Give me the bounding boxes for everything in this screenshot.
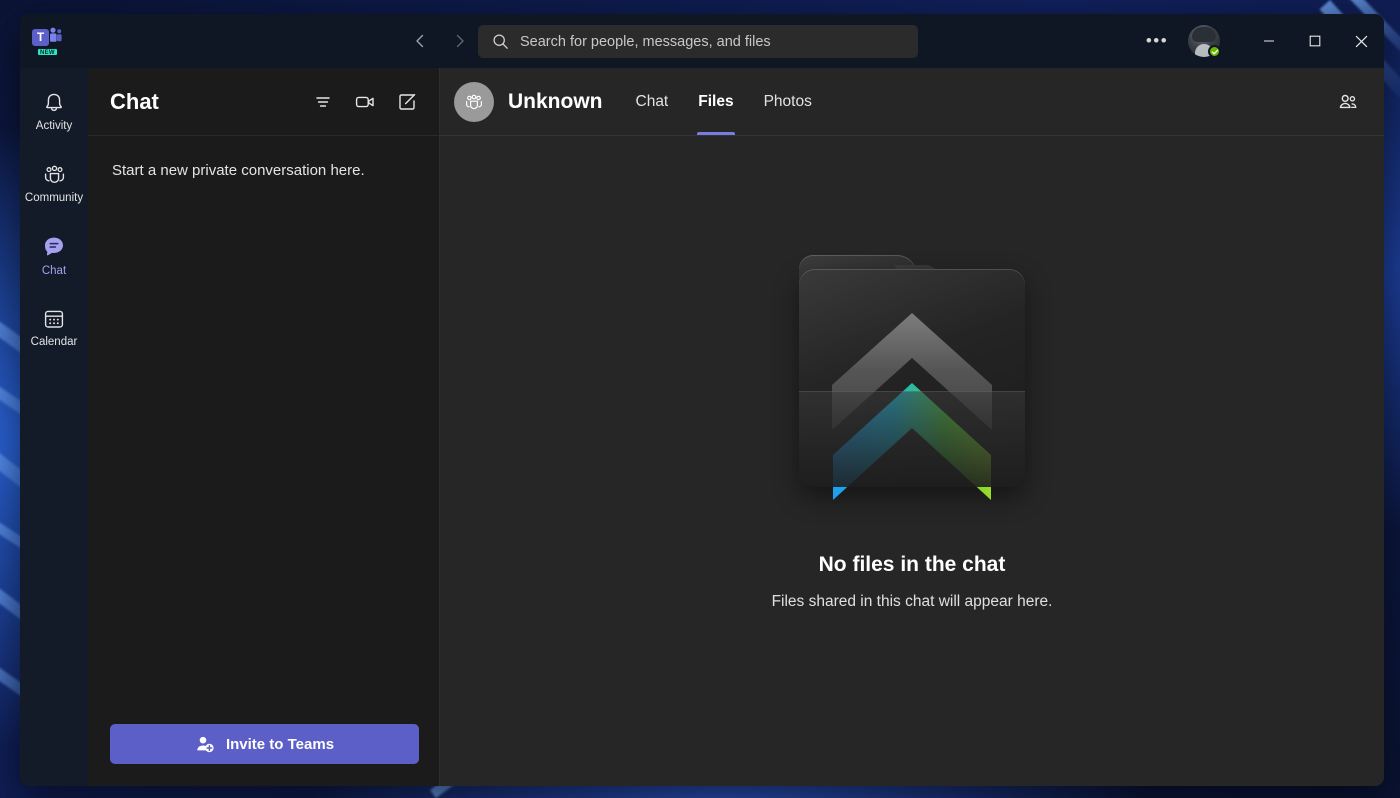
tab-label: Files bbox=[698, 92, 734, 110]
page-title: Chat bbox=[110, 88, 159, 114]
titlebar-right-controls: ••• bbox=[1140, 14, 1384, 68]
empty-state-title: No files in the chat bbox=[818, 553, 1006, 576]
compose-icon bbox=[399, 93, 416, 110]
video-call-button[interactable] bbox=[351, 88, 379, 116]
conversation-tabs: Chat Files Photos bbox=[625, 68, 823, 135]
invite-to-teams-button[interactable]: Invite to Teams bbox=[110, 724, 419, 764]
group-avatar bbox=[454, 81, 494, 122]
sidebar-item-label: Community bbox=[24, 192, 84, 204]
video-call-icon bbox=[355, 96, 374, 107]
search-placeholder: Search for people, messages, and files bbox=[520, 33, 771, 50]
invite-button-label: Invite to Teams bbox=[225, 735, 335, 753]
teams-window: T NEW Search for people, messages, and f… bbox=[20, 14, 1384, 786]
filter-button[interactable] bbox=[309, 88, 337, 116]
forward-button[interactable] bbox=[447, 28, 473, 54]
filter-icon bbox=[316, 96, 330, 107]
close-button[interactable] bbox=[1338, 14, 1384, 68]
folder-front bbox=[799, 391, 1025, 487]
conversation-title: Unknown bbox=[508, 89, 603, 113]
search-bar[interactable]: Search for people, messages, and files bbox=[478, 25, 918, 58]
chat-panel-header: Chat bbox=[88, 68, 439, 136]
chat-list-panel: Chat Start a new private conversation he… bbox=[88, 68, 440, 786]
files-empty-state: No files in the chat Files shared in thi… bbox=[440, 136, 1384, 786]
compose-chat-button[interactable] bbox=[393, 88, 421, 116]
tab-chat[interactable]: Chat bbox=[625, 68, 680, 135]
teams-logo: T NEW bbox=[32, 26, 62, 56]
person-add-icon bbox=[197, 736, 214, 753]
conversation-header: Unknown Chat Files Photos bbox=[440, 68, 1384, 136]
minimize-icon bbox=[1264, 40, 1274, 42]
calendar-icon bbox=[44, 310, 64, 328]
sidebar-item-label: Activity bbox=[35, 119, 73, 132]
desktop-wallpaper: T NEW Search for people, messages, and f… bbox=[0, 0, 1400, 798]
search-icon bbox=[493, 34, 508, 49]
back-button[interactable] bbox=[407, 28, 433, 54]
bell-icon bbox=[46, 93, 62, 111]
teams-new-badge: NEW bbox=[37, 48, 58, 56]
maximize-icon bbox=[1309, 35, 1321, 47]
chat-panel-actions bbox=[309, 88, 421, 116]
teams-logo-letter: T bbox=[32, 29, 49, 46]
navigation-arrows bbox=[407, 28, 473, 54]
maximize-button[interactable] bbox=[1292, 14, 1338, 68]
more-options-button[interactable]: ••• bbox=[1140, 24, 1174, 58]
sidebar-item-calendar[interactable]: Calendar bbox=[22, 294, 86, 360]
chevron-right-icon bbox=[456, 34, 464, 48]
folder-files-icon bbox=[799, 255, 1025, 500]
tab-label: Photos bbox=[763, 92, 812, 110]
sidebar-item-community[interactable]: Community bbox=[22, 150, 86, 216]
check-icon bbox=[1211, 49, 1218, 54]
chevron-left-icon bbox=[416, 34, 424, 48]
sidebar-item-activity[interactable]: Activity bbox=[22, 78, 86, 144]
chat-bubble-icon bbox=[45, 237, 63, 255]
left-rail: Activity Community Chat Calendar bbox=[20, 68, 88, 786]
empty-state-subtitle: Files shared in this chat will appear he… bbox=[771, 593, 1053, 610]
close-icon bbox=[1355, 35, 1367, 47]
sidebar-item-label: Chat bbox=[41, 264, 67, 277]
tab-label: Chat bbox=[635, 92, 669, 110]
sidebar-item-label: Calendar bbox=[30, 335, 78, 348]
tab-files[interactable]: Files bbox=[687, 68, 744, 135]
minimize-button[interactable] bbox=[1246, 14, 1292, 68]
people-roster-icon bbox=[1339, 94, 1357, 108]
teams-logo-people-icon bbox=[50, 27, 62, 42]
app-body: Activity Community Chat Calendar Chat St… bbox=[20, 68, 1384, 786]
chat-list-empty-text: Start a new private conversation here. bbox=[112, 162, 365, 179]
invite-button-container: Invite to Teams bbox=[88, 724, 439, 786]
user-avatar-button[interactable] bbox=[1188, 25, 1221, 58]
tab-photos[interactable]: Photos bbox=[753, 68, 823, 135]
people-community-icon bbox=[44, 165, 64, 183]
sidebar-item-chat[interactable]: Chat bbox=[22, 222, 86, 288]
presence-available-badge bbox=[1208, 45, 1221, 58]
title-bar: T NEW Search for people, messages, and f… bbox=[20, 14, 1384, 68]
conversation-content: Unknown Chat Files Photos No files in th… bbox=[440, 68, 1384, 786]
people-roster-button[interactable] bbox=[1332, 86, 1364, 118]
group-avatar-icon bbox=[466, 94, 482, 109]
